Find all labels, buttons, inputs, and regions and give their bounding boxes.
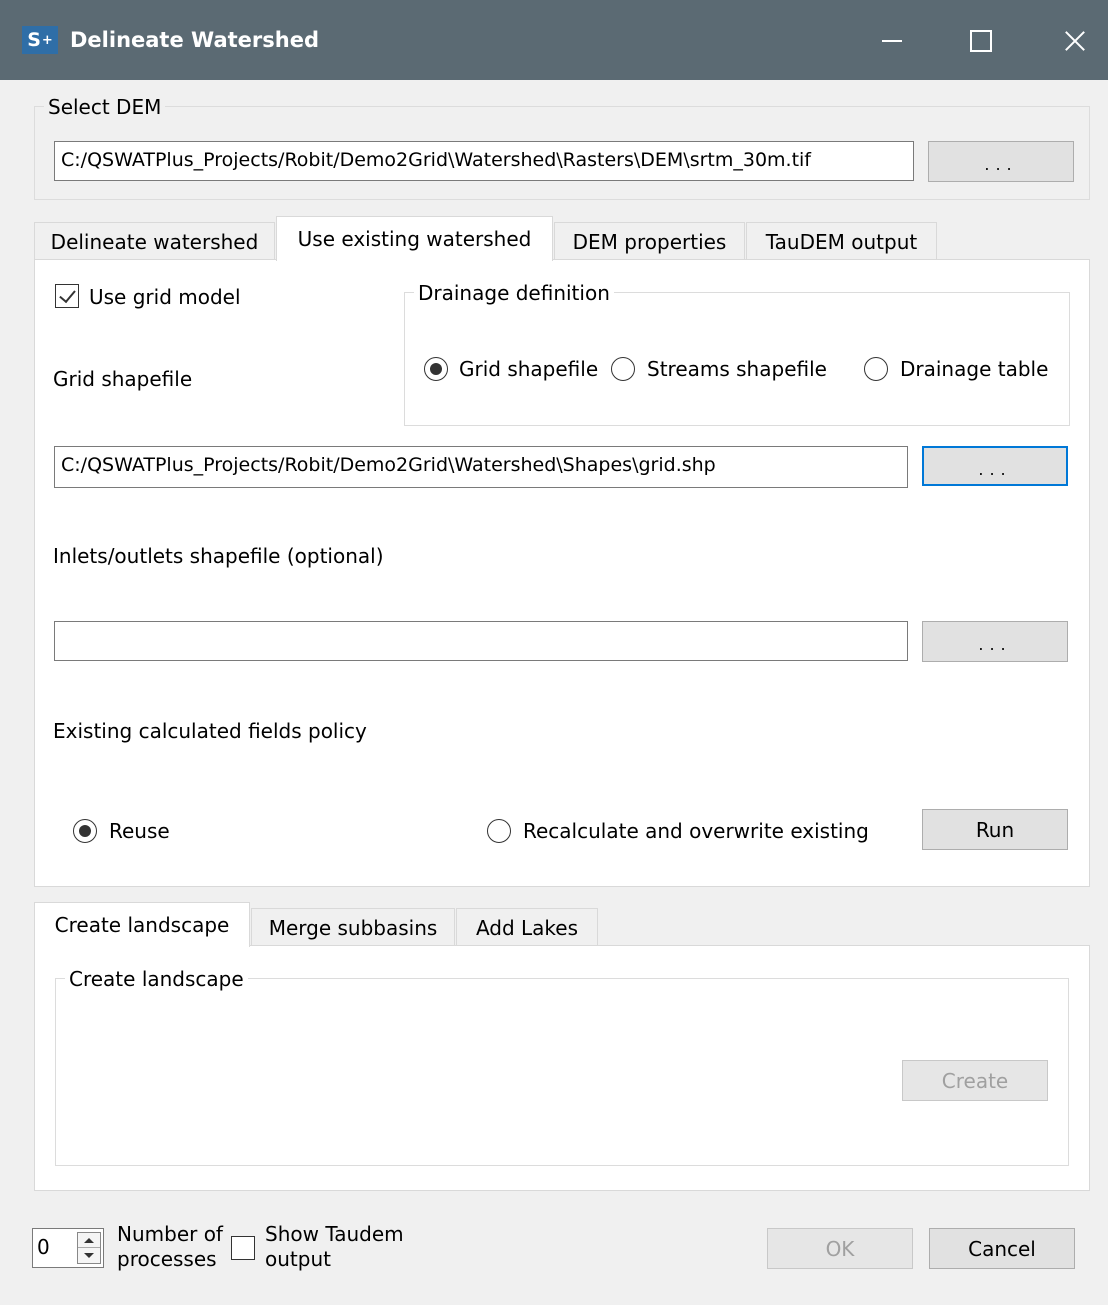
processes-value: 0: [37, 1235, 50, 1259]
tab-delineate-watershed[interactable]: Delineate watershed: [34, 222, 275, 260]
create-button[interactable]: Create: [902, 1060, 1048, 1101]
inlets-outlets-field[interactable]: [54, 621, 908, 661]
drainage-table-label: Drainage table: [900, 357, 1049, 381]
show-taudem-output-checkbox[interactable]: [231, 1236, 255, 1260]
policy-recalculate-radio[interactable]: [487, 819, 511, 843]
processes-label-line1: Number of: [117, 1222, 223, 1246]
qswat-plus-icon: S +: [22, 26, 58, 54]
minimize-icon[interactable]: [860, 0, 940, 80]
dem-browse-button[interactable]: ...: [928, 141, 1074, 182]
maximize-icon[interactable]: [940, 0, 1020, 80]
drainage-table-radio[interactable]: [864, 357, 888, 381]
policy-reuse-radio[interactable]: [73, 819, 97, 843]
policy-reuse-label: Reuse: [109, 819, 170, 843]
tab-taudem-output[interactable]: TauDEM output: [746, 222, 937, 260]
use-grid-model-label: Use grid model: [89, 285, 241, 309]
spin-buttons: [77, 1232, 101, 1264]
window-title: Delineate Watershed: [70, 28, 319, 52]
drainage-streams-shapefile-radio[interactable]: [611, 357, 635, 381]
grid-shapefile-label: Grid shapefile: [53, 367, 193, 391]
spin-up-icon[interactable]: [78, 1233, 100, 1248]
calculated-fields-policy-label: Existing calculated fields policy: [53, 719, 367, 743]
title-bar[interactable]: S + Delineate Watershed: [0, 0, 1108, 80]
grid-shapefile-field[interactable]: C:/QSWATPlus_Projects/Robit/Demo2Grid\Wa…: [54, 446, 908, 488]
inlets-outlets-label: Inlets/outlets shapefile (optional): [53, 544, 384, 568]
tab-merge-subbasins[interactable]: Merge subbasins: [251, 908, 455, 946]
processes-spinbox[interactable]: 0: [32, 1228, 104, 1268]
spin-down-icon[interactable]: [78, 1248, 100, 1263]
tab-use-existing-watershed[interactable]: Use existing watershed: [276, 216, 553, 261]
select-dem-label: Select DEM: [44, 95, 166, 119]
ok-button[interactable]: OK: [767, 1228, 913, 1269]
show-taudem-line1: Show Taudem: [265, 1222, 404, 1246]
tab-add-lakes[interactable]: Add Lakes: [456, 908, 598, 946]
drainage-grid-shapefile-label: Grid shapefile: [459, 357, 599, 381]
processes-label: Number of processes: [117, 1222, 223, 1272]
show-taudem-line2: output: [265, 1247, 331, 1271]
use-grid-model-checkbox[interactable]: [55, 284, 79, 308]
close-icon[interactable]: [1030, 0, 1108, 80]
show-taudem-output-label: Show Taudem output: [265, 1222, 404, 1272]
policy-recalculate-label: Recalculate and overwrite existing: [523, 819, 869, 843]
processes-label-line2: processes: [117, 1247, 217, 1271]
cancel-button[interactable]: Cancel: [929, 1228, 1075, 1269]
run-button[interactable]: Run: [922, 809, 1068, 850]
drainage-streams-shapefile-label: Streams shapefile: [647, 357, 827, 381]
create-landscape-group-label: Create landscape: [65, 967, 248, 991]
dem-path-field[interactable]: C:/QSWATPlus_Projects/Robit/Demo2Grid\Wa…: [54, 141, 914, 181]
tab-create-landscape[interactable]: Create landscape: [34, 902, 250, 947]
tab-dem-properties[interactable]: DEM properties: [554, 222, 745, 260]
inlets-outlets-browse-button[interactable]: ...: [922, 621, 1068, 662]
grid-shapefile-browse-button[interactable]: ...: [922, 446, 1068, 486]
drainage-grid-shapefile-radio[interactable]: [424, 357, 448, 381]
drainage-definition-label: Drainage definition: [414, 281, 614, 305]
